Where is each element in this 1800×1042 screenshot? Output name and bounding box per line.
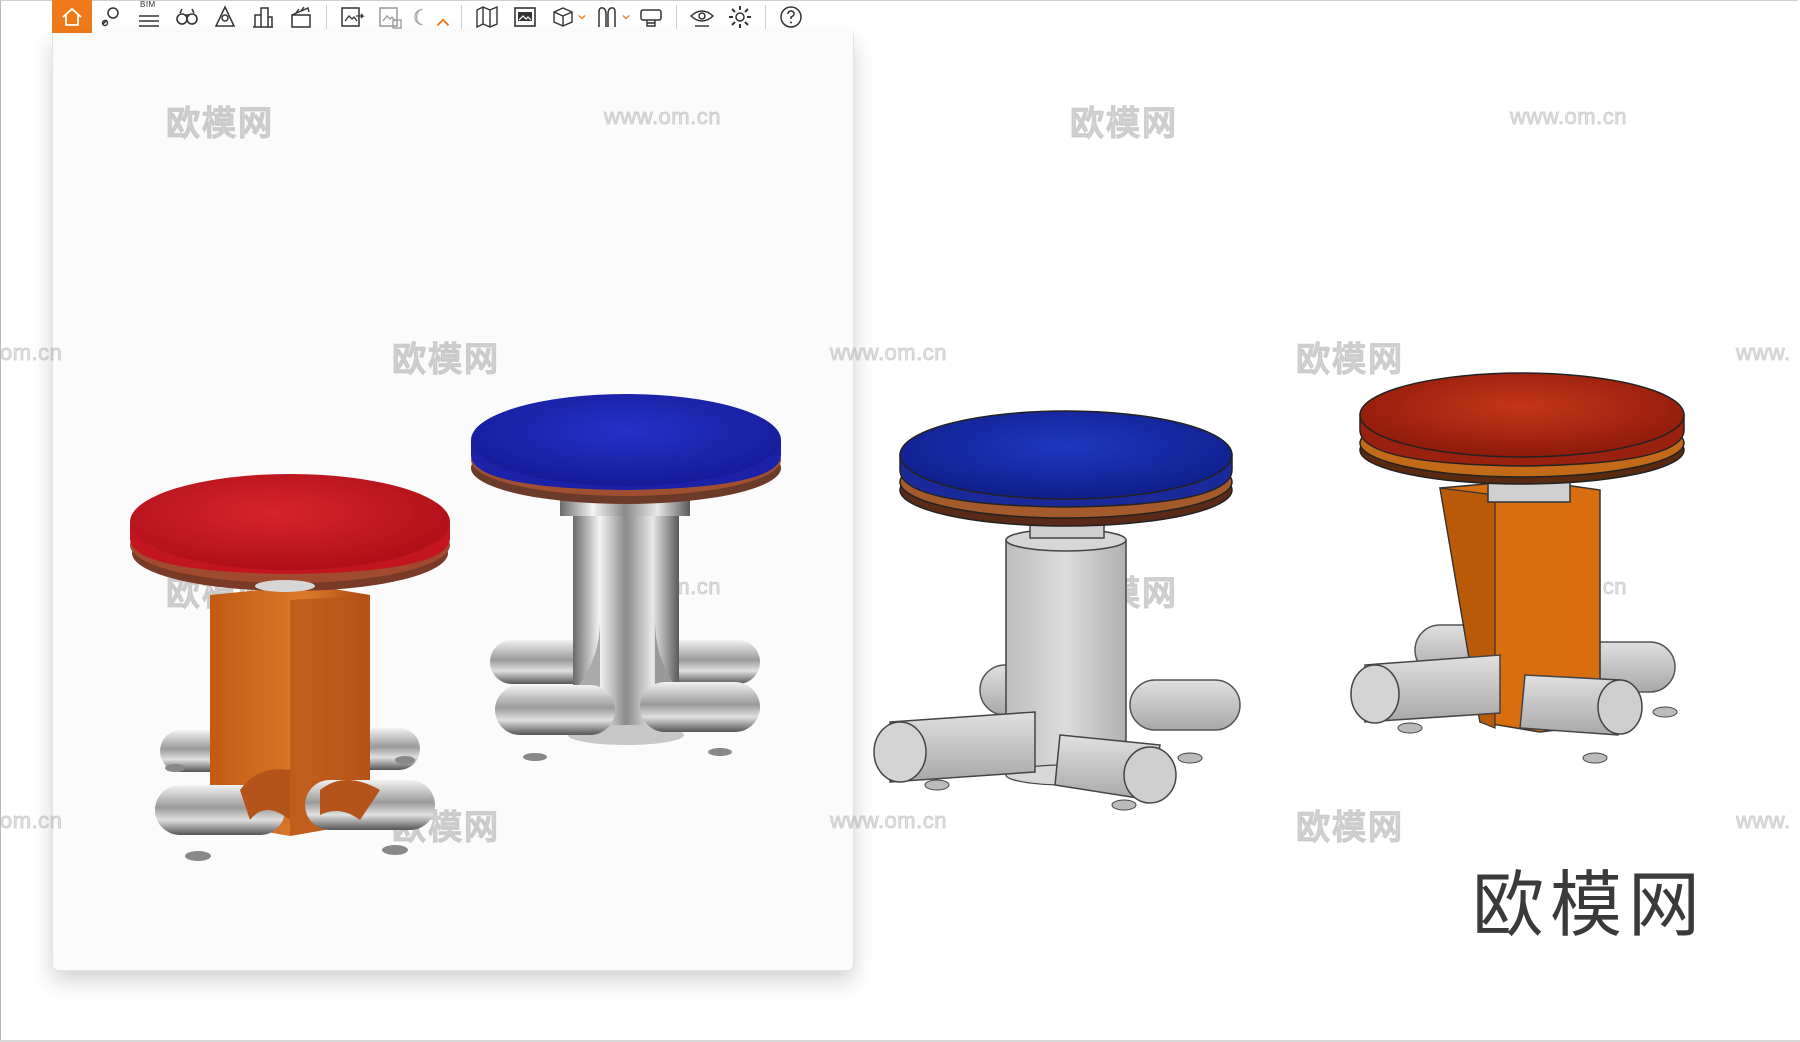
brand-logo: 欧模网	[1472, 863, 1707, 947]
rendered-stool-red	[130, 474, 450, 861]
sketch-stool-blue	[873, 410, 1241, 811]
sketch-stool-red	[1350, 372, 1685, 764]
rendered-stool-blue	[471, 394, 781, 761]
